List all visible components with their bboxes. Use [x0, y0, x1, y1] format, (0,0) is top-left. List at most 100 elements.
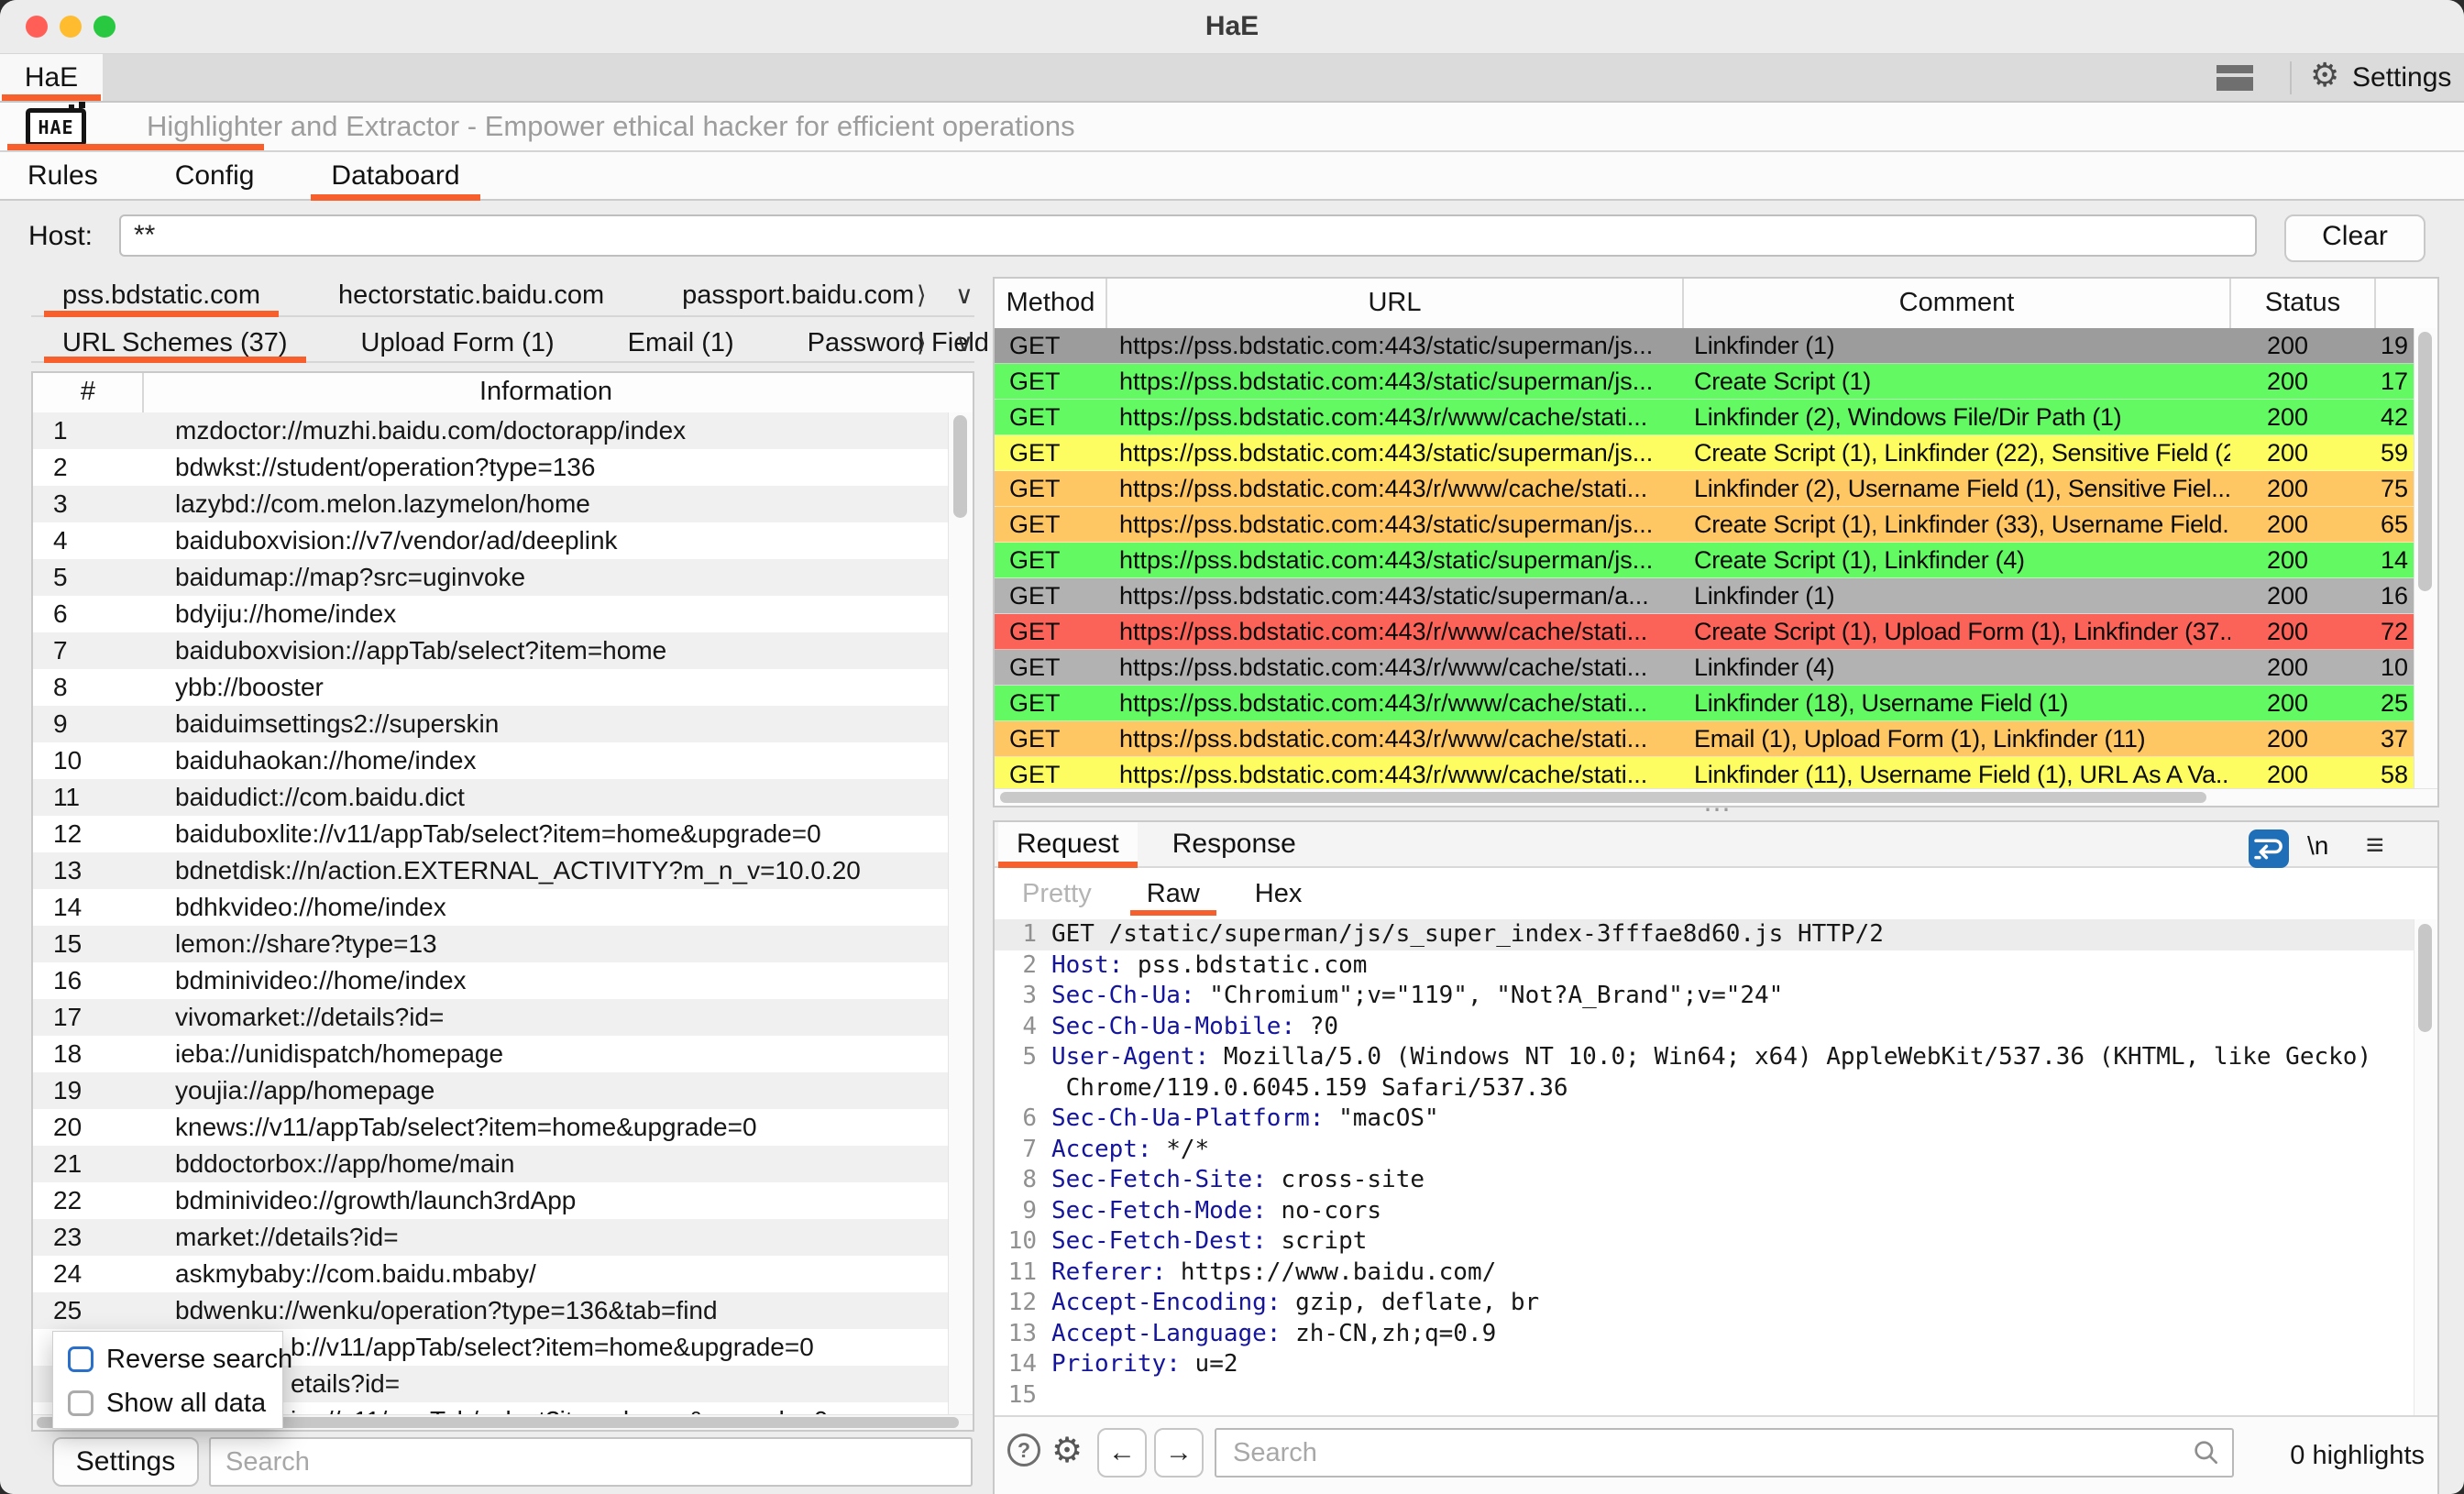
list-item[interactable]: 1 mzdoctor://muzhi.baidu.com/doctorapp/i…: [33, 412, 949, 449]
show-newlines-toggle-icon[interactable]: \n: [2307, 822, 2328, 872]
list-item[interactable]: 18 ieba://unidispatch/homepage: [33, 1036, 949, 1072]
reverse-search-option[interactable]: Reverse search: [68, 1345, 292, 1374]
settings-gear-icon[interactable]: ⚙: [2310, 54, 2339, 101]
word-wrap-toggle-icon[interactable]: [2249, 829, 2289, 868]
editor-search-input[interactable]: [1215, 1428, 2234, 1478]
column-header-information[interactable]: Information: [143, 373, 949, 411]
row-information: bdwkst://student/operation?type=136: [143, 449, 595, 486]
checkbox-icon[interactable]: [68, 1346, 94, 1372]
list-item[interactable]: 22 bdminivideo://growth/launch3rdApp: [33, 1182, 949, 1219]
tab-list-dropdown-icon[interactable]: ∨: [955, 275, 974, 315]
column-header-index[interactable]: #: [33, 373, 143, 411]
table-row[interactable]: GET https://pss.bdstatic.com:443/r/www/c…: [995, 614, 2416, 650]
settings-button[interactable]: Settings: [2352, 54, 2451, 101]
host-input[interactable]: [119, 214, 2257, 257]
list-item[interactable]: 3 lazybd://com.melon.lazymelon/home: [33, 486, 949, 522]
table-row[interactable]: GET https://pss.bdstatic.com:443/r/www/c…: [995, 471, 2416, 507]
cell-method: GET: [995, 328, 1106, 363]
left-settings-button[interactable]: Settings: [52, 1437, 199, 1487]
table-row[interactable]: GET https://pss.bdstatic.com:443/r/www/c…: [995, 686, 2416, 721]
nav-tab[interactable]: Rules: [7, 152, 118, 199]
scrollbar-thumb[interactable]: [2418, 924, 2432, 1032]
list-item[interactable]: 2 bdwkst://student/operation?type=136: [33, 449, 949, 486]
list-item[interactable]: 6 bdyiju://home/index: [33, 596, 949, 632]
category-tab[interactable]: URL Schemes (37): [44, 323, 306, 361]
tab-scroll-right-icon[interactable]: ⟩: [917, 275, 927, 315]
list-item[interactable]: 11 baidudict://com.baidu.dict: [33, 779, 949, 816]
row-information: lemon://share?type=13: [143, 926, 437, 962]
editor-tab[interactable]: Request: [998, 822, 1138, 866]
column-header-comment[interactable]: Comment: [1683, 279, 2230, 326]
vertical-scrollbar[interactable]: [948, 412, 973, 1415]
table-row[interactable]: GET https://pss.bdstatic.com:443/static/…: [995, 435, 2416, 471]
row-information: askmybaby://com.baidu.mbaby/: [143, 1256, 536, 1292]
tab-scroll-right-icon[interactable]: ⟩: [917, 323, 927, 363]
list-item[interactable]: 12 baiduboxlite://v11/appTab/select?item…: [33, 816, 949, 852]
splitter-drag-handle-icon[interactable]: ⋯: [1687, 801, 1751, 819]
list-item[interactable]: 10 baiduhaokan://home/index: [33, 742, 949, 779]
list-item[interactable]: 14 bdhkvideo://home/index: [33, 889, 949, 926]
table-row[interactable]: GET https://pss.bdstatic.com:443/static/…: [995, 507, 2416, 543]
list-item[interactable]: 8 ybb://booster: [33, 669, 949, 706]
domain-tab[interactable]: pss.bdstatic.com: [44, 275, 279, 315]
domain-tab[interactable]: hectorstatic.baidu.com: [320, 275, 622, 315]
list-item[interactable]: 23 market://details?id=: [33, 1219, 949, 1256]
help-icon[interactable]: ?: [1007, 1434, 1040, 1467]
vertical-scrollbar[interactable]: [2414, 328, 2437, 789]
domain-tab[interactable]: passport.baidu.com: [664, 275, 932, 315]
list-item[interactable]: 13 bdnetdisk://n/action.EXTERNAL_ACTIVIT…: [33, 852, 949, 889]
list-item[interactable]: 17 vivomarket://details?id=: [33, 999, 949, 1036]
table-row[interactable]: GET https://pss.bdstatic.com:443/static/…: [995, 543, 2416, 578]
column-header-method[interactable]: Method: [995, 279, 1106, 326]
raw-request-editor[interactable]: 1 GET /static/superman/js/s_super_index-…: [995, 919, 2437, 1415]
table-row[interactable]: GET https://pss.bdstatic.com:443/r/www/c…: [995, 650, 2416, 686]
list-item[interactable]: 25 bdwenku://wenku/operation?type=136&ta…: [33, 1292, 949, 1329]
category-tab[interactable]: Upload Form (1): [343, 323, 573, 361]
list-item[interactable]: 19 youjia://app/homepage: [33, 1072, 949, 1109]
checkbox-icon[interactable]: [68, 1390, 94, 1416]
next-match-button[interactable]: →: [1154, 1428, 1204, 1478]
scrollbar-thumb[interactable]: [953, 415, 967, 518]
list-item[interactable]: 5 baidumap://map?src=uginvoke: [33, 559, 949, 596]
table-row[interactable]: GET https://pss.bdstatic.com:443/static/…: [995, 364, 2416, 400]
list-item[interactable]: 4 baiduboxvision://v7/vendor/ad/deeplink: [33, 522, 949, 559]
view-mode-tab[interactable]: Pretty: [1006, 870, 1108, 919]
list-item[interactable]: 20 knews://v11/appTab/select?item=home&u…: [33, 1109, 949, 1146]
category-tab[interactable]: Email (1): [610, 323, 753, 361]
list-item[interactable]: 16 bdminivideo://home/index: [33, 962, 949, 999]
information-table-header: # Information: [33, 373, 973, 414]
table-row[interactable]: GET https://pss.bdstatic.com:443/static/…: [995, 578, 2416, 614]
board-layout-icon[interactable]: [2216, 65, 2253, 91]
editor-tab[interactable]: Response: [1154, 822, 1314, 866]
code-line: Chrome/119.0.6045.159 Safari/537.36: [995, 1073, 2437, 1104]
left-search-input[interactable]: [209, 1437, 973, 1487]
list-item[interactable]: 21 bddoctorbox://app/home/main: [33, 1146, 949, 1182]
table-row[interactable]: GET https://pss.bdstatic.com:443/static/…: [995, 328, 2416, 364]
list-item[interactable]: 9 baiduimsettings2://superskin: [33, 706, 949, 742]
view-mode-tab[interactable]: Raw: [1130, 870, 1216, 919]
editor-menu-icon[interactable]: ≡: [2366, 822, 2384, 872]
vertical-scrollbar[interactable]: [2414, 919, 2437, 1415]
list-item[interactable]: 7 baiduboxvision://appTab/select?item=ho…: [33, 632, 949, 669]
scrollbar-thumb[interactable]: [2418, 332, 2432, 591]
cell-comment: Create Script (1): [1683, 364, 2230, 399]
scrollbar-thumb[interactable]: [1000, 792, 2206, 803]
clear-button[interactable]: Clear: [2284, 214, 2426, 262]
table-row[interactable]: GET https://pss.bdstatic.com:443/r/www/c…: [995, 400, 2416, 435]
nav-tab[interactable]: Config: [155, 152, 275, 199]
row-index: 5: [33, 559, 143, 596]
previous-match-button[interactable]: ←: [1097, 1428, 1147, 1478]
list-item[interactable]: 24 askmybaby://com.baidu.mbaby/: [33, 1256, 949, 1292]
list-item[interactable]: 15 lemon://share?type=13: [33, 926, 949, 962]
tab-hae[interactable]: HaE: [0, 54, 103, 101]
row-information: mzdoctor://muzhi.baidu.com/doctorapp/ind…: [143, 412, 686, 449]
search-settings-gear-icon[interactable]: ⚙: [1051, 1426, 1083, 1474]
view-mode-tab[interactable]: Hex: [1238, 870, 1319, 919]
table-row[interactable]: GET https://pss.bdstatic.com:443/r/www/c…: [995, 721, 2416, 757]
show-all-data-option[interactable]: Show all data: [68, 1389, 266, 1418]
column-header-status[interactable]: Status: [2230, 279, 2375, 326]
line-number: 9: [995, 1196, 1037, 1227]
tab-list-dropdown-icon[interactable]: ∨: [955, 323, 974, 363]
nav-tab[interactable]: Databoard: [311, 152, 479, 199]
column-header-url[interactable]: URL: [1106, 279, 1683, 326]
